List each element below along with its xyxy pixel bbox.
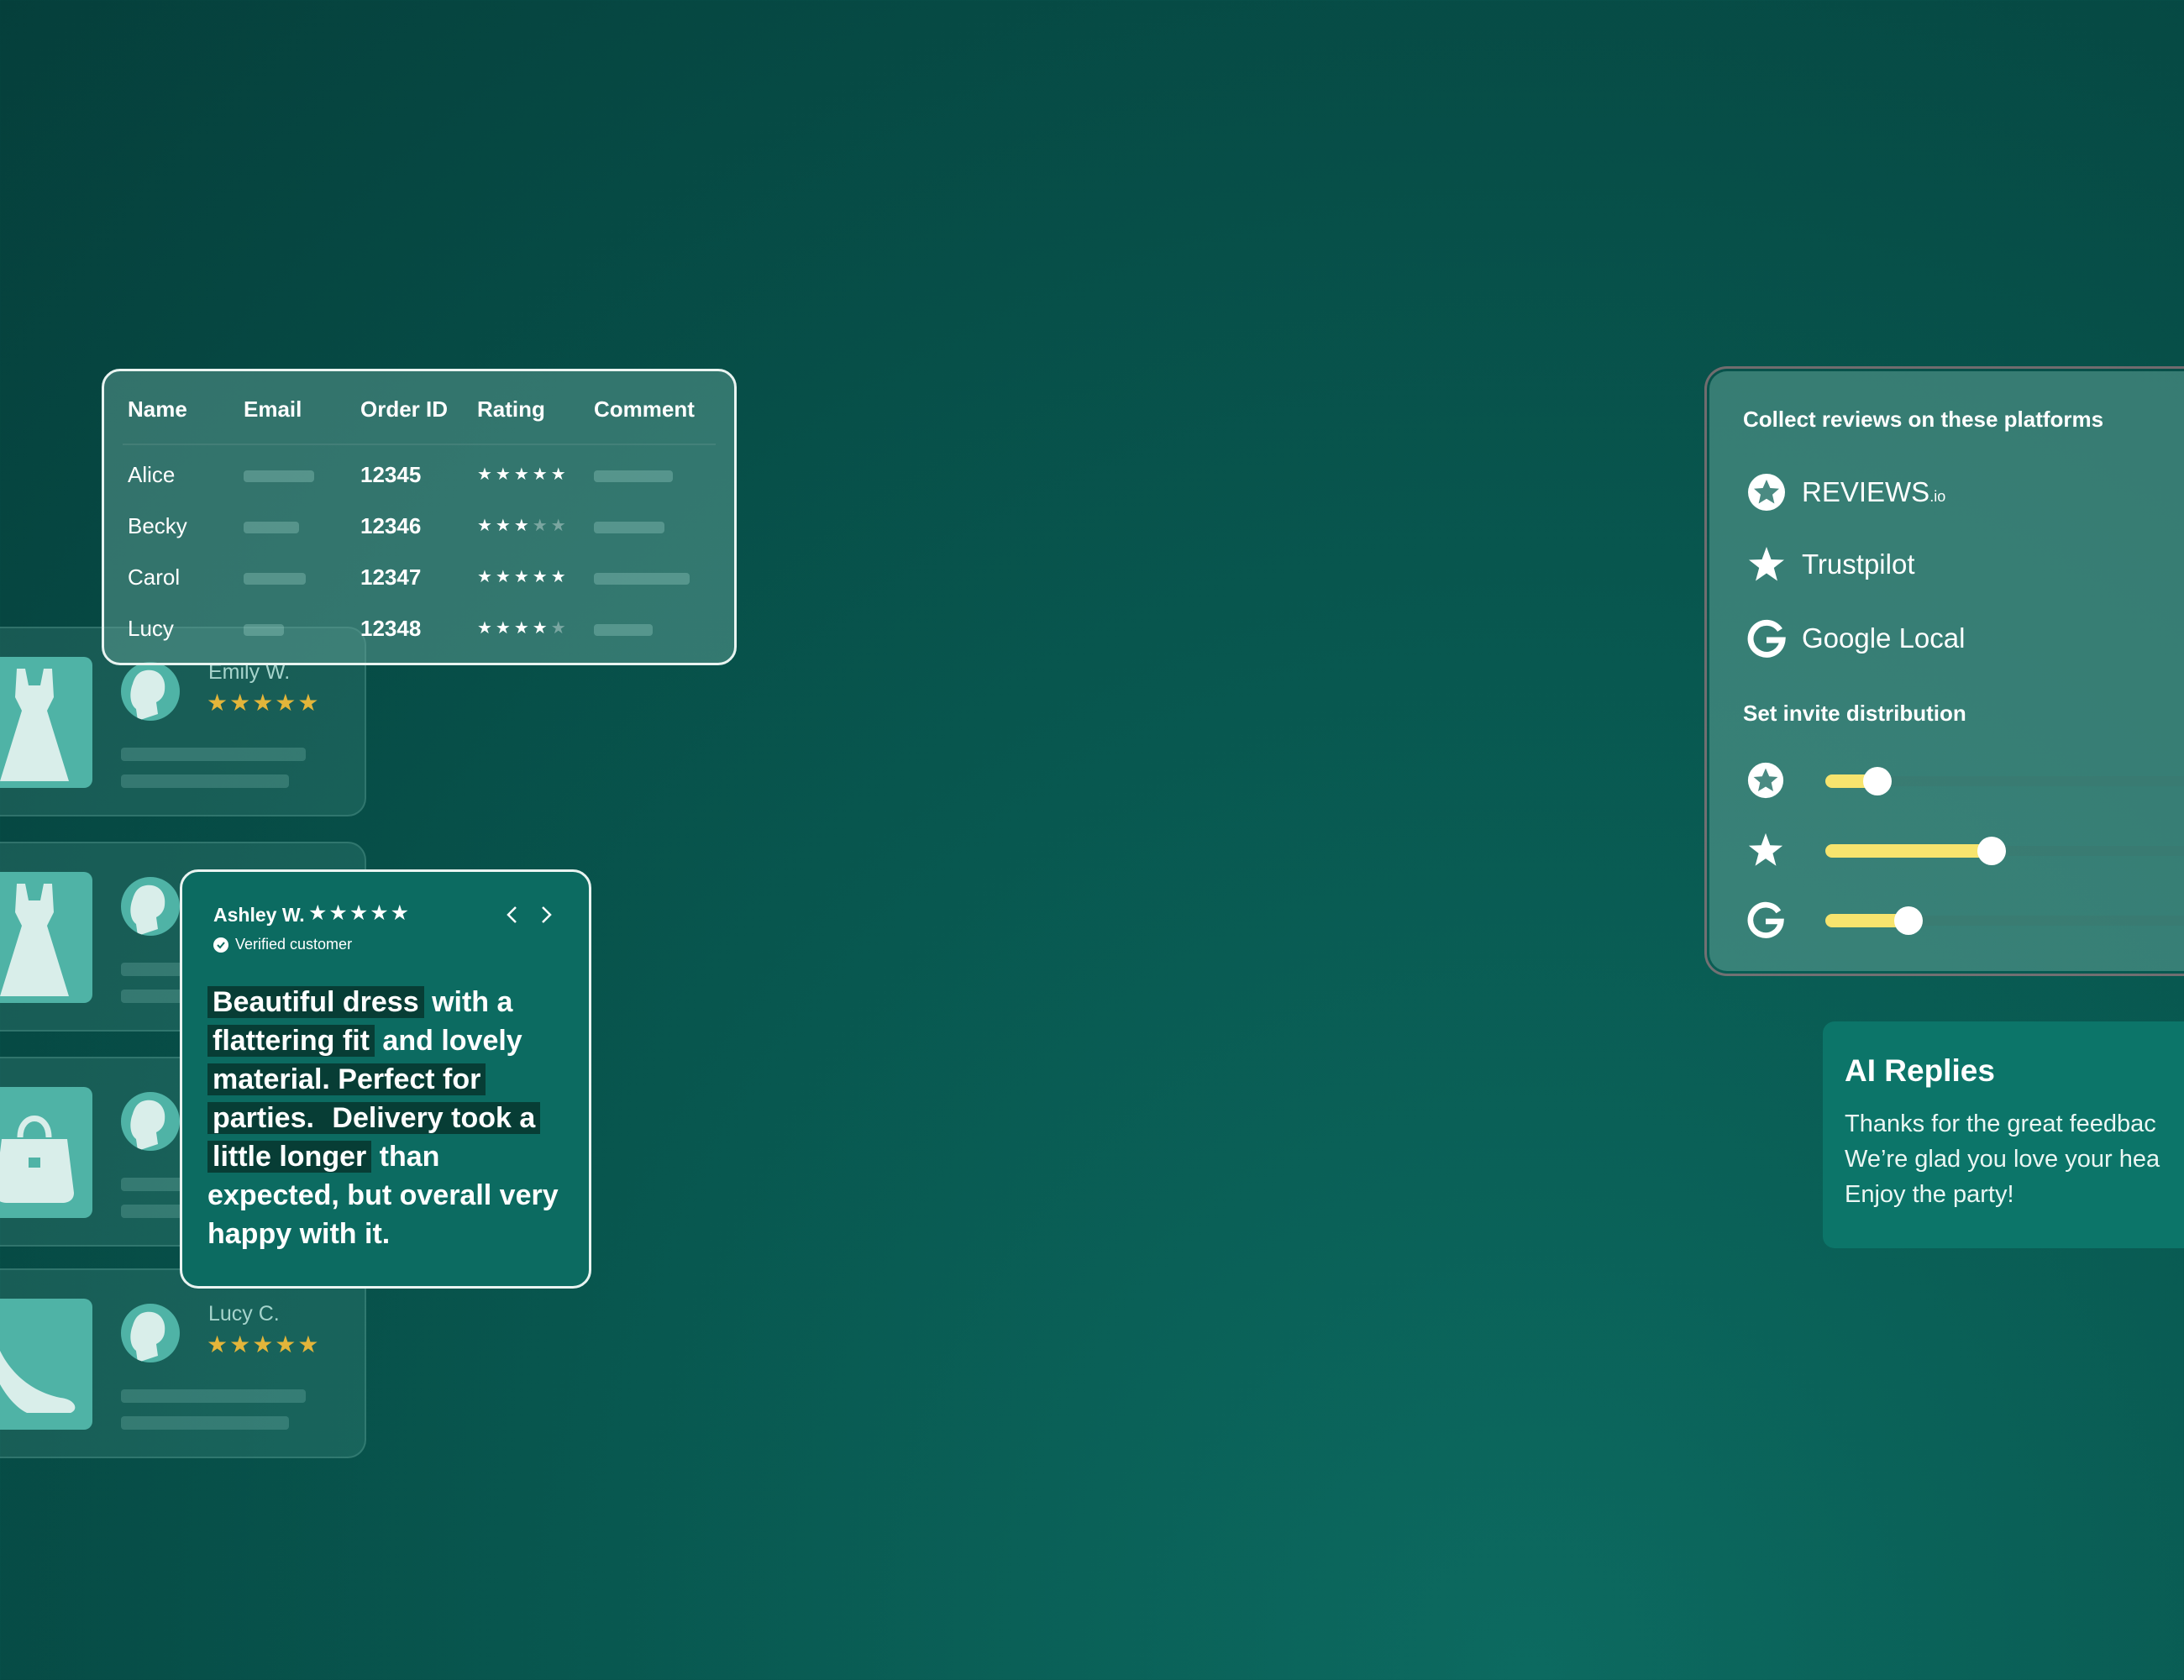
check-circle-icon bbox=[213, 937, 228, 953]
distribution-title: Set invite distribution bbox=[1743, 701, 1966, 726]
slider-thumb[interactable] bbox=[1863, 767, 1892, 795]
slider-thumb[interactable] bbox=[1977, 837, 2006, 865]
cell-rating: ★★★★★ bbox=[477, 619, 570, 638]
product-thumbnail bbox=[0, 657, 92, 788]
cell-rating: ★★★★★ bbox=[477, 568, 570, 586]
high-heel-icon bbox=[0, 1350, 76, 1413]
review-segment: little longer bbox=[207, 1141, 372, 1173]
review-segment: Delivery took a bbox=[318, 1102, 541, 1134]
reviews-io-icon bbox=[1748, 474, 1785, 511]
slider-trustpilot[interactable] bbox=[1746, 829, 2184, 871]
person-silhouette-icon bbox=[130, 1311, 165, 1362]
cell-name: Lucy bbox=[128, 616, 174, 641]
review-text: Beautiful dress with a flattering fit an… bbox=[207, 983, 560, 1253]
chevron-left-icon[interactable] bbox=[500, 902, 525, 927]
email-placeholder bbox=[244, 573, 306, 585]
verified-label: Verified customer bbox=[235, 936, 353, 953]
product-thumbnail bbox=[0, 1087, 92, 1218]
cell-name: Alice bbox=[128, 462, 176, 487]
dress-icon bbox=[0, 669, 69, 781]
text-placeholder bbox=[121, 748, 306, 761]
email-placeholder bbox=[244, 522, 299, 533]
trustpilot-star-icon bbox=[1749, 547, 1784, 581]
handbag-icon bbox=[0, 1116, 74, 1203]
cell-order-id: 12347 bbox=[360, 564, 422, 590]
person-silhouette-icon bbox=[130, 669, 165, 721]
email-placeholder bbox=[244, 470, 314, 482]
chevron-right-icon[interactable] bbox=[533, 902, 559, 927]
avatar bbox=[121, 662, 180, 721]
column-header-comment[interactable]: Comment bbox=[594, 396, 695, 423]
review-segment: flattering fit bbox=[207, 1025, 375, 1057]
platform-label: REVIEWS bbox=[1802, 476, 1930, 507]
product-thumbnail bbox=[0, 872, 92, 1003]
cell-rating: ★★★★★ bbox=[477, 465, 570, 484]
comment-placeholder bbox=[594, 522, 664, 533]
review-segment: and lovely bbox=[374, 1025, 522, 1057]
header-divider bbox=[123, 444, 716, 445]
reviews-table: Name Email Order ID Rating Comment Alice… bbox=[102, 369, 737, 665]
cell-name: Becky bbox=[128, 513, 187, 538]
slider-fill bbox=[1825, 844, 1992, 858]
comment-placeholder bbox=[594, 470, 673, 482]
platforms-card: Collect reviews on these platforms REVIE… bbox=[1707, 369, 2184, 974]
platforms-title: Collect reviews on these platforms bbox=[1743, 407, 2104, 432]
platform-google-local[interactable]: Google Local bbox=[1746, 618, 1965, 659]
cell-order-id: 12345 bbox=[360, 462, 422, 487]
review-card-lucy[interactable]: Lucy C. ★★★★★ bbox=[0, 1268, 366, 1458]
platform-label: Trustpilot bbox=[1802, 549, 1915, 580]
star-rating: ★★★★★ bbox=[308, 901, 412, 925]
dress-icon bbox=[0, 884, 69, 996]
text-placeholder bbox=[121, 1416, 289, 1430]
review-segment: material. Perfect for bbox=[207, 1063, 486, 1095]
featured-review-card[interactable]: Ashley W. ★★★★★ Verified customer Beauti… bbox=[180, 869, 591, 1289]
slider-thumb[interactable] bbox=[1894, 906, 1923, 935]
avatar bbox=[121, 877, 180, 936]
ai-reply-line: Thanks for the great feedbac bbox=[1845, 1110, 2156, 1137]
ai-reply-line: We’re glad you love your hea bbox=[1845, 1146, 2160, 1173]
cell-order-id: 12346 bbox=[360, 513, 422, 538]
slider-google-local[interactable] bbox=[1746, 899, 2184, 941]
column-header-name[interactable]: Name bbox=[128, 396, 187, 423]
platform-trustpilot[interactable]: Trustpilot bbox=[1746, 544, 1914, 585]
person-silhouette-icon bbox=[130, 1100, 165, 1151]
slider-reviews-io[interactable] bbox=[1746, 759, 2184, 801]
comment-placeholder bbox=[594, 573, 690, 585]
column-header-order-id[interactable]: Order ID bbox=[360, 396, 448, 423]
cell-name: Carol bbox=[128, 564, 181, 590]
text-placeholder bbox=[121, 774, 289, 788]
email-placeholder bbox=[244, 624, 284, 636]
platform-reviews-io[interactable]: REVIEWS.io bbox=[1746, 472, 1945, 512]
ai-reply-line: Enjoy the party! bbox=[1845, 1181, 2014, 1208]
column-header-email[interactable]: Email bbox=[244, 396, 302, 423]
reviewer-name: Lucy C. bbox=[208, 1302, 280, 1326]
reviewer-name: Ashley W. bbox=[213, 904, 305, 926]
review-segment: parties. bbox=[207, 1102, 319, 1134]
star-rating: ★★★★★ bbox=[207, 1331, 321, 1357]
google-g-icon bbox=[1747, 901, 1784, 938]
avatar bbox=[121, 1304, 180, 1362]
verified-badge: Verified customer bbox=[213, 936, 352, 953]
trustpilot-star-icon bbox=[1748, 832, 1783, 866]
review-segment: Beautiful dress bbox=[207, 986, 424, 1018]
column-header-rating[interactable]: Rating bbox=[477, 396, 545, 423]
cell-rating: ★★★★★ bbox=[477, 517, 570, 535]
ai-replies-title: AI Replies bbox=[1845, 1053, 1995, 1088]
google-g-icon bbox=[1747, 619, 1786, 658]
review-segment: with a bbox=[423, 986, 513, 1018]
ai-replies-card: AI Replies Thanks for the great feedbac … bbox=[1823, 1021, 2184, 1248]
person-silhouette-icon bbox=[130, 885, 165, 936]
star-rating: ★★★★★ bbox=[207, 690, 321, 716]
reviews-io-icon bbox=[1747, 762, 1784, 799]
comment-placeholder bbox=[594, 624, 653, 636]
platform-suffix: .io bbox=[1929, 488, 1946, 505]
cell-order-id: 12348 bbox=[360, 616, 422, 641]
avatar bbox=[121, 1092, 180, 1151]
text-placeholder bbox=[121, 1389, 306, 1403]
platform-label: Google Local bbox=[1802, 622, 1966, 654]
product-thumbnail bbox=[0, 1299, 92, 1430]
